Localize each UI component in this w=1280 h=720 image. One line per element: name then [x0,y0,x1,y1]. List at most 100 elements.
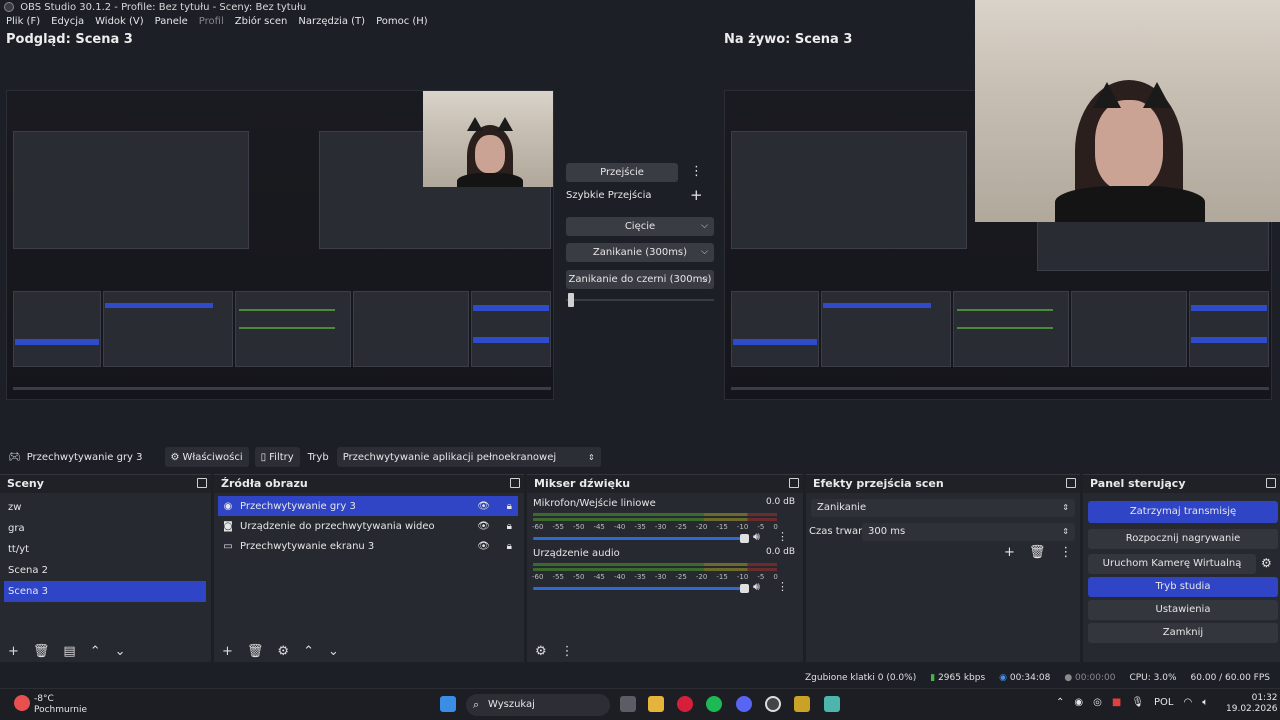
signal-icon: ▮ [930,673,936,683]
advanced-audio-icon[interactable]: ⚙ [535,644,547,659]
scene-item-gra[interactable]: gra [0,518,211,539]
undock-icon[interactable] [510,478,520,488]
more-icon[interactable]: ⋮ [561,644,574,659]
start-recording-button[interactable]: Rozpocznij nagrywanie [1088,529,1278,549]
opera-icon[interactable] [677,696,693,712]
menu-file[interactable]: Plik (F) [6,16,40,32]
source-item-video-capture[interactable]: ◙ Urządzenie do przechwytywania wideo 👁︎… [214,516,524,536]
volume-slider[interactable] [533,534,749,543]
scene-item-zw[interactable]: zw [0,497,211,518]
studio-mode-button[interactable]: Tryb studia [1088,577,1278,597]
tray-app-icon[interactable]: ■ [1112,697,1121,708]
more-icon[interactable]: ⋮ [1059,545,1072,560]
transition-slider-handle[interactable] [568,293,574,307]
meter-tick-label: -20 [695,523,708,531]
chevron-up-icon[interactable]: ⌃ [1056,697,1064,708]
lock-icon[interactable]: 🔒︎ [507,501,512,512]
add-quick-transition-icon[interactable]: + [690,186,703,204]
app-icon[interactable] [824,696,840,712]
gear-icon[interactable]: ⚙ [277,644,289,659]
speaker-icon[interactable]: 🔊︎ [753,580,760,594]
menu-profile[interactable]: Profil [199,16,224,32]
language-indicator[interactable]: POL [1154,697,1173,708]
add-scene-icon[interactable]: + [8,644,19,659]
obs-icon[interactable] [765,696,781,712]
trash-icon[interactable]: 🗑︎ [33,644,50,659]
undock-icon[interactable] [789,478,799,488]
chevron-down-icon[interactable]: ⌄ [328,644,339,659]
stop-streaming-button[interactable]: Zatrzymaj transmisję [1088,501,1278,523]
quick-transition-fade[interactable]: Zanikanie (300ms) ⌵ [566,243,714,262]
preview-canvas[interactable] [6,90,554,400]
controls-dock-title: Panel sterujący [1083,475,1280,493]
updown-icon: ⇕ [587,452,595,462]
more-icon[interactable]: ⋮ [777,530,788,543]
start-virtual-camera-button[interactable]: Uruchom Kamerę Wirtualną [1088,554,1256,574]
more-icon[interactable]: ⋮ [777,580,788,593]
undock-icon[interactable] [1066,478,1076,488]
undock-icon[interactable] [197,478,207,488]
wifi-icon[interactable]: ◠ [1184,697,1193,708]
capture-mode-select[interactable]: Przechwytywanie aplikacji pełnoekranowej… [336,447,601,467]
menu-edit[interactable]: Edycja [51,16,84,32]
undock-icon[interactable] [1266,478,1276,488]
volume-slider[interactable] [533,584,749,593]
meter-ticks: -60 -55 -50 -45 -40 -35 -30 -25 -20 -15 -10 -5 0 [532,523,778,531]
menu-docks[interactable]: Panele [155,16,188,32]
scene-item-tt-yt[interactable]: tt/yt [0,539,211,560]
eye-icon[interactable]: 👁︎ [477,541,490,552]
duration-spinbox[interactable]: 300 ms ⇕ [862,523,1075,541]
lock-icon[interactable]: 🔒︎ [507,521,512,532]
tray-app-icon[interactable]: ◎ [1093,697,1102,708]
volume-icon[interactable]: 🔈︎ [1202,697,1208,708]
transition-slider[interactable] [566,293,714,307]
eye-icon[interactable]: 👁︎ [477,521,490,532]
filters-button[interactable]: ▯ Filtry [254,447,300,467]
task-view-icon[interactable] [620,696,636,712]
mixer-channel-desktop-audio: Urządzenie audio 0.0 dB -60 -55 -50 -45 -40-… [527,547,803,597]
menu-scene-collection[interactable]: Zbiór scen [235,16,288,32]
transition-button[interactable]: Przejście [566,163,678,182]
speaker-icon[interactable]: 🔊︎ [753,530,760,544]
level-meter [533,563,777,566]
settings-button[interactable]: Ustawienia [1088,600,1278,620]
quick-transition-cut[interactable]: Cięcie ⌵ [566,217,714,236]
app-icon[interactable] [794,696,810,712]
menu-view[interactable]: Widok (V) [95,16,144,32]
windows-start-icon[interactable] [440,696,456,712]
add-source-icon[interactable]: + [222,644,233,659]
menu-help[interactable]: Pomoc (H) [376,16,428,32]
transition-menu-icon[interactable]: ⋮ [690,164,703,179]
microphone-icon[interactable]: 🎙︎ [1131,697,1144,708]
source-item-game-capture[interactable]: ◉ Przechwytywanie gry 3 👁︎ 🔒︎ [218,496,518,516]
chevron-down-icon[interactable]: ⌄ [115,644,126,659]
weather-widget[interactable]: -8°C Pochmurnie [34,694,87,716]
preview-title: Podgląd: Scena 3 [6,32,133,47]
transition-select[interactable]: Zanikanie ⇕ [811,499,1075,517]
volume-knob[interactable] [740,584,749,593]
spotify-icon[interactable] [706,696,722,712]
menu-tools[interactable]: Narzędzia (T) [298,16,365,32]
properties-button[interactable]: ⚙ Właściwości [164,447,249,467]
scene-item-scena-3[interactable]: Scena 3 [4,581,206,602]
eye-icon[interactable]: 👁︎ [477,501,490,512]
chevron-up-icon[interactable]: ⌃ [90,644,101,659]
scene-item-scena-2[interactable]: Scena 2 [0,560,211,581]
filter-icon[interactable]: ▤ [63,644,75,659]
clock[interactable]: 01:32 19.02.2026 [1226,693,1278,715]
scenes-toolbar: + 🗑︎ ▤ ⌃ ⌄ [0,640,211,662]
trash-icon[interactable]: 🗑︎ [1029,545,1046,560]
lock-icon[interactable]: 🔒︎ [507,541,512,552]
source-item-screen-capture[interactable]: ▭ Przechwytywanie ekranu 3 👁︎ 🔒︎ [214,536,524,556]
add-transition-icon[interactable]: + [1004,545,1015,560]
exit-button[interactable]: Zamknij [1088,623,1278,643]
taskbar-search[interactable]: ⌕ Wyszukaj [466,694,610,716]
trash-icon[interactable]: 🗑︎ [247,644,264,659]
tray-app-icon[interactable]: ◉ [1074,697,1083,708]
discord-icon[interactable] [736,696,752,712]
chevron-up-icon[interactable]: ⌃ [303,644,314,659]
volume-knob[interactable] [740,534,749,543]
gear-icon[interactable]: ⚙ [1261,556,1272,570]
quick-transition-fade-black[interactable]: Zanikanie do czerni (300ms) ⌵ [566,270,714,289]
file-explorer-icon[interactable] [648,696,664,712]
